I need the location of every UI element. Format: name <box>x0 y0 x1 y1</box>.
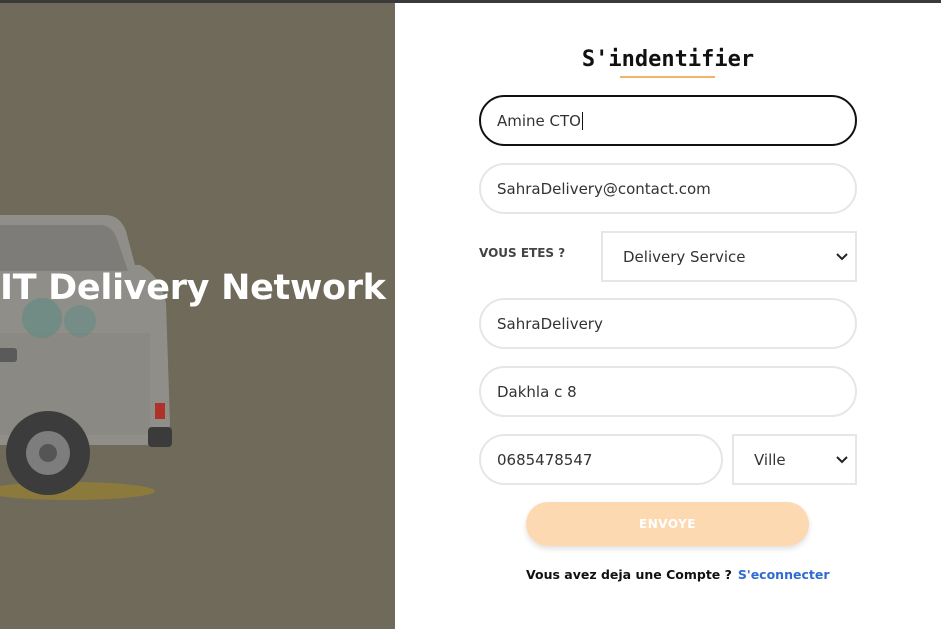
city-select[interactable]: Ville <box>732 434 857 485</box>
email-input[interactable]: SahraDelivery@contact.com <box>479 163 857 214</box>
address-input-value: Dakhla c 8 <box>497 382 577 401</box>
submit-button[interactable]: ENVOYE <box>526 502 809 546</box>
form-title: S'indentifier <box>581 47 755 72</box>
login-prompt: Vous avez deja une Compte ? S'econnecter <box>526 567 829 582</box>
company-input[interactable]: SahraDelivery <box>479 298 857 349</box>
text-caret <box>582 111 583 130</box>
name-input[interactable]: Amine CTO <box>479 95 857 146</box>
phone-input[interactable]: 0685478547 <box>479 434 723 485</box>
login-prompt-text: Vous avez deja une Compte ? <box>526 567 732 582</box>
role-label: VOUS ETES ? <box>479 246 566 260</box>
role-select-value: Delivery Service <box>623 247 746 266</box>
email-input-value: SahraDelivery@contact.com <box>497 179 711 198</box>
company-input-value: SahraDelivery <box>497 314 603 333</box>
city-select-value: Ville <box>754 450 786 469</box>
chevron-down-icon <box>835 453 849 467</box>
hero-title: IT Delivery Network <box>0 268 386 308</box>
signup-form-panel: S'indentifier Amine CTO SahraDelivery@co… <box>395 3 941 629</box>
login-link[interactable]: S'econnecter <box>738 567 830 582</box>
hero-panel: IT Delivery Network <box>0 3 395 629</box>
delivery-van-illustration <box>0 215 172 500</box>
phone-input-value: 0685478547 <box>497 450 593 469</box>
name-input-value: Amine CTO <box>497 111 581 130</box>
title-underline <box>620 76 715 78</box>
address-input[interactable]: Dakhla c 8 <box>479 366 857 417</box>
chevron-down-icon <box>835 250 849 264</box>
role-select[interactable]: Delivery Service <box>601 231 857 282</box>
